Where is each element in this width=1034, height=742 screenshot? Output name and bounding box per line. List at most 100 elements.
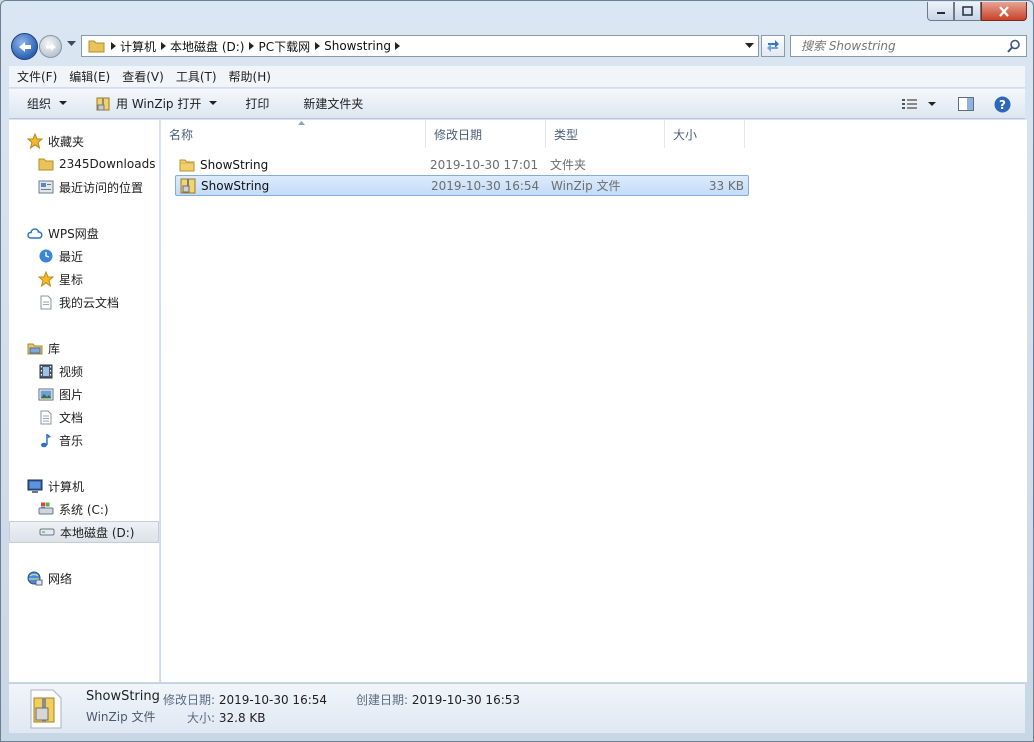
address-history-dropdown-icon[interactable]	[745, 43, 754, 49]
preview-pane-button[interactable]	[951, 92, 981, 116]
organize-button[interactable]: 组织	[19, 92, 75, 116]
menu-tools[interactable]: 工具(T)	[176, 68, 217, 85]
back-arrow-icon	[18, 41, 31, 52]
new-folder-button[interactable]: 新建文件夹	[295, 92, 371, 116]
help-button[interactable]: ?	[987, 92, 1017, 116]
sidebar-item-label: 视频	[59, 364, 84, 379]
change-view-button[interactable]	[897, 92, 941, 116]
maximize-button[interactable]	[954, 2, 981, 21]
sidebar-item-recent-places[interactable]: 最近访问的位置	[9, 176, 159, 198]
menu-help[interactable]: 帮助(H)	[229, 68, 271, 85]
sidebar-item-label: WPS网盘	[48, 226, 99, 241]
file-type: WinZip 文件	[551, 179, 621, 193]
folder-icon	[179, 157, 195, 173]
sidebar-item-label: 最近访问的位置	[59, 180, 144, 195]
winzip-file-icon	[180, 178, 196, 194]
picture-icon	[38, 386, 54, 402]
details-view-icon	[902, 99, 917, 109]
breadcrumb-item-computer[interactable]: 计算机	[120, 38, 156, 55]
network-icon	[27, 570, 43, 586]
sidebar-item-wps-docs[interactable]: 我的云文档	[9, 291, 159, 313]
breadcrumb-item-drive-d[interactable]: 本地磁盘 (D:)	[170, 38, 244, 55]
details-pane: ShowString WinZip 文件 修改日期: 2019-10-30 16…	[9, 683, 1025, 733]
sidebar-item-libraries[interactable]: 库	[9, 337, 159, 359]
music-note-icon	[38, 432, 54, 448]
forward-button[interactable]	[39, 35, 62, 58]
sidebar-item-2345downloads[interactable]: 2345Downloads	[9, 153, 159, 175]
file-list: 名称 修改日期 类型 大小 ShowString 2019-10-30 17:0…	[161, 120, 1027, 682]
sidebar-item-music[interactable]: 音乐	[9, 429, 159, 451]
address-bar[interactable]: 计算机 本地磁盘 (D:) PC下载网 Showstring	[81, 35, 759, 57]
column-header-size[interactable]: 大小	[665, 120, 745, 148]
open-with-winzip-button[interactable]: 用 WinZip 打开	[87, 92, 225, 116]
sidebar-item-wps-recent[interactable]: 最近	[9, 245, 159, 267]
breadcrumb-separator-icon[interactable]	[310, 42, 324, 50]
help-icon: ?	[994, 96, 1010, 112]
table-row[interactable]: ShowString 2019-10-30 17:01 文件夹	[175, 154, 749, 175]
sidebar-item-network[interactable]: 网络	[9, 567, 159, 589]
refresh-button[interactable]	[761, 35, 785, 57]
folder-icon	[88, 40, 105, 53]
search-input[interactable]	[801, 39, 1006, 53]
sidebar-item-documents[interactable]: 文档	[9, 406, 159, 428]
minimize-icon	[936, 12, 945, 14]
breadcrumb-separator-icon[interactable]	[391, 42, 405, 50]
refresh-icon	[767, 40, 779, 52]
sidebar-item-wps-starred[interactable]: 星标	[9, 268, 159, 290]
sidebar-item-label: 系统 (C:)	[59, 502, 109, 517]
print-button[interactable]: 打印	[237, 92, 277, 116]
file-date: 2019-10-30 17:01	[430, 157, 539, 172]
search-box[interactable]	[790, 35, 1027, 57]
winzip-file-icon	[30, 689, 62, 729]
sidebar-item-wps-cloud[interactable]: WPS网盘	[9, 222, 159, 244]
recent-places-icon	[38, 179, 54, 195]
close-icon	[999, 5, 1009, 17]
document-icon	[38, 294, 54, 310]
details-size: 大小: 32.8 KB	[187, 709, 266, 726]
sidebar-item-drive-d[interactable]: 本地磁盘 (D:)	[9, 521, 159, 543]
file-type: 文件夹	[550, 158, 587, 172]
recent-pages-dropdown-icon[interactable]	[67, 41, 76, 47]
svg-text:?: ?	[999, 98, 1006, 112]
column-header-date[interactable]: 修改日期	[426, 120, 546, 148]
folder-icon	[38, 156, 54, 172]
menu-view[interactable]: 查看(V)	[122, 68, 164, 85]
column-header-name[interactable]: 名称	[161, 120, 426, 148]
maximize-icon	[962, 6, 973, 16]
file-name: ShowString	[201, 178, 270, 193]
table-row-selected[interactable]: ShowString 2019-10-30 16:54 WinZip 文件 33…	[175, 175, 749, 196]
sidebar-item-label: 本地磁盘 (D:)	[60, 525, 135, 540]
breadcrumb-separator-icon[interactable]	[106, 42, 120, 50]
details-created-value: 2019-10-30 16:53	[411, 693, 521, 707]
minimize-button[interactable]	[927, 2, 954, 21]
preview-pane-icon	[958, 97, 974, 111]
menu-edit[interactable]: 编辑(E)	[69, 68, 110, 85]
hard-drive-icon	[39, 524, 55, 540]
menu-file[interactable]: 文件(F)	[17, 68, 57, 85]
breadcrumb-separator-icon[interactable]	[156, 42, 170, 50]
back-button[interactable]	[11, 33, 38, 60]
breadcrumb-separator-icon[interactable]	[244, 42, 258, 50]
forward-arrow-icon	[45, 42, 56, 51]
new-folder-label: 新建文件夹	[303, 97, 364, 111]
sidebar-item-label: 收藏夹	[48, 134, 85, 149]
sidebar-item-computer[interactable]: 计算机	[9, 475, 159, 497]
star-icon	[27, 133, 43, 149]
print-label: 打印	[245, 97, 270, 111]
winzip-icon	[96, 97, 110, 110]
sidebar-item-label: 我的云文档	[59, 295, 120, 310]
breadcrumb-item-showstring[interactable]: Showstring	[324, 39, 391, 53]
details-size-value: 32.8 KB	[218, 711, 266, 725]
search-icon[interactable]	[1007, 39, 1021, 53]
column-header-type[interactable]: 类型	[546, 120, 665, 148]
details-file-name: ShowString	[86, 689, 160, 704]
sidebar-item-favorites[interactable]: 收藏夹	[9, 130, 159, 152]
breadcrumb-item-pcdownload[interactable]: PC下载网	[258, 38, 310, 55]
close-button[interactable]	[981, 2, 1027, 21]
details-created: 创建日期: 2019-10-30 16:53	[356, 691, 520, 708]
sidebar-item-drive-c[interactable]: 系统 (C:)	[9, 498, 159, 520]
explorer-window: 计算机 本地磁盘 (D:) PC下载网 Showstring 文件(F) 编辑(…	[0, 0, 1034, 742]
navigation-pane: 收藏夹 2345Downloads 最近访问的位置 WPS网盘 最近 星标 我的…	[9, 120, 160, 682]
sidebar-item-videos[interactable]: 视频	[9, 360, 159, 382]
sidebar-item-pictures[interactable]: 图片	[9, 383, 159, 405]
